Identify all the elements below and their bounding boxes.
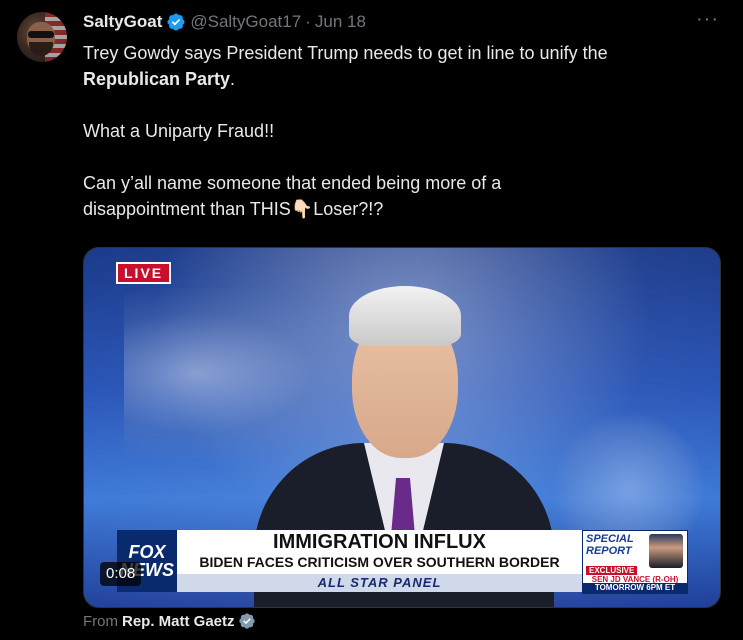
video-player[interactable]: LIVE FOX NEWS IMMIGRATION INFLUX BIDEN F… [83, 247, 721, 608]
tweet-text-fragment: Loser?!? [313, 199, 384, 219]
separator-dot: · [305, 12, 311, 31]
tweet-date[interactable]: Jun 18 [315, 12, 366, 32]
pointing-down-emoji-icon: 👇🏻 [290, 199, 314, 219]
special-report-line: SPECIAL [586, 533, 634, 545]
tweet-text-fragment: disappointment than THIS [83, 199, 291, 219]
avatar[interactable] [17, 12, 67, 62]
special-report-thumbnail [649, 534, 683, 568]
tweet-text: Trey Gowdy says President Trump needs to… [83, 40, 723, 222]
verified-badge-icon[interactable] [166, 12, 186, 32]
fox-logo-line: FOX [128, 542, 166, 562]
author-name[interactable]: SaltyGoat [83, 12, 162, 32]
hashtag-bold-text: Republican Party [83, 69, 231, 89]
chyron-main: IMMIGRATION INFLUX BIDEN FACES CRITICISM… [177, 530, 582, 588]
video-timestamp: 0:08 [100, 562, 142, 586]
chyron-bar: ALL STAR PANEL [177, 574, 582, 592]
source-prefix: From [83, 612, 118, 630]
tweet-text-line: Republican Party. [83, 66, 723, 92]
more-icon[interactable]: ··· [696, 8, 719, 31]
avatar-sunglasses [28, 31, 54, 38]
tweet-text-line: Can y’all name someone that ended being … [83, 173, 502, 193]
news-chyron: FOX NEWS IMMIGRATION INFLUX BIDEN FACES … [117, 530, 582, 592]
tweet: SaltyGoat @SaltyGoat17 · Jun 18 ··· Trey… [0, 0, 743, 640]
special-report-box: SPECIAL REPORT EXCLUSIVE SEN JD VANCE (R… [582, 530, 688, 594]
special-report-title: SPECIAL REPORT [586, 533, 646, 557]
live-badge: LIVE [116, 262, 172, 284]
tweet-text-line: Trey Gowdy says President Trump needs to… [83, 43, 608, 63]
tweet-text-line: What a Uniparty Fraud!! [83, 121, 275, 141]
video-person-hair [349, 286, 461, 346]
source-attribution: From Rep. Matt Gaetz [83, 612, 256, 630]
tweet-text-line: disappointment than THIS👇🏻Loser?!? [83, 196, 723, 222]
chyron-title: IMMIGRATION INFLUX [273, 531, 486, 553]
tweet-header: SaltyGoat @SaltyGoat17 · Jun 18 [83, 10, 366, 34]
author-handle[interactable]: @SaltyGoat17 [190, 12, 301, 32]
text-gap [83, 92, 723, 118]
source-name-link[interactable]: Rep. Matt Gaetz [122, 613, 235, 630]
tweet-text-fragment: . [230, 69, 236, 89]
gray-verified-badge-icon[interactable] [238, 612, 256, 630]
special-report-line: REPORT [586, 545, 632, 557]
text-gap [83, 144, 723, 170]
video-rushmore-backdrop [124, 288, 364, 458]
special-air-time: TOMORROW 6PM ET [583, 583, 687, 593]
